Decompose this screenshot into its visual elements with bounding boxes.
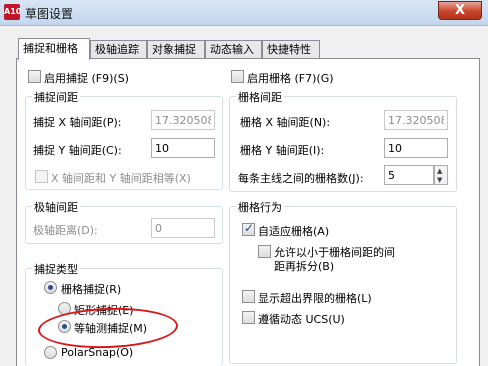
snap-type-title: 捕捉类型 — [32, 261, 80, 277]
window-title: 草图设置 — [25, 7, 74, 21]
tab-dynamic-input[interactable]: 动态输入 — [205, 40, 262, 59]
tab-object-snap[interactable]: 对象捕捉 — [147, 40, 205, 59]
snap-y-label: 捕捉 Y 轴间距(C): — [33, 144, 122, 157]
grid-x-input[interactable] — [384, 110, 448, 130]
spin-up-icon[interactable]: ▲ — [437, 167, 442, 175]
autocad-logo-icon: A10 — [4, 4, 21, 20]
tab-strip: 捕捉和栅格 极轴追踪 对象捕捉 动态输入 快捷特性 — [18, 38, 478, 60]
snap-x-label: 捕捉 X 轴间距(P): — [33, 116, 122, 129]
follow-ucs-label: 遵循动态 UCS(U) — [258, 313, 345, 326]
subdivide-checkbox[interactable] — [258, 245, 271, 258]
enable-grid-label: 启用栅格 (F7)(G) — [247, 72, 334, 85]
polar-distance-input[interactable] — [151, 218, 215, 238]
snap-spacing-title: 捕捉间距 — [32, 89, 80, 105]
enable-snap-label: 启用捕捉 (F9)(S) — [44, 72, 129, 85]
follow-ucs-checkbox[interactable] — [242, 311, 255, 324]
enable-grid-checkbox[interactable] — [231, 70, 244, 83]
beyond-limits-checkbox[interactable] — [242, 290, 255, 303]
snap-x-input[interactable] — [151, 110, 215, 130]
tab-snap-and-grid[interactable]: 捕捉和栅格 — [18, 38, 90, 60]
polar-distance-label: 极轴距离(D): — [33, 224, 98, 237]
close-button[interactable]: X — [438, 1, 482, 20]
grid-spacing-title: 栅格间距 — [236, 89, 284, 105]
major-line-spinner[interactable]: ▲ ▼ — [434, 165, 448, 185]
major-line-label: 每条主线之间的栅格数(J): — [238, 172, 364, 185]
spin-down-icon[interactable]: ▼ — [437, 176, 442, 184]
radio-selected-dot — [48, 285, 53, 290]
title-bar: A10 草图设置 X — [0, 0, 488, 26]
adaptive-grid-checkbox[interactable]: ✓ — [242, 221, 255, 236]
subdivide-label-line2: 距再拆分(B) — [274, 260, 335, 273]
grid-snap-label: 栅格捕捉(R) — [61, 283, 122, 296]
polar-snap-radio[interactable] — [44, 346, 57, 359]
tab-polar-tracking[interactable]: 极轴追踪 — [90, 40, 147, 59]
checkmark-icon: ✓ — [244, 221, 255, 235]
equal-spacing-checkbox[interactable] — [35, 170, 48, 183]
enable-snap-checkbox[interactable] — [28, 70, 41, 83]
beyond-limits-label: 显示超出界限的栅格(L) — [258, 292, 372, 305]
tab-quick-properties[interactable]: 快捷特性 — [262, 40, 320, 59]
grid-x-label: 栅格 X 轴间距(N): — [240, 116, 331, 129]
grid-y-label: 栅格 Y 轴间距(I): — [240, 144, 325, 157]
grid-snap-radio[interactable] — [44, 281, 57, 294]
grid-y-input[interactable] — [384, 138, 448, 158]
adaptive-grid-label: 自适应栅格(A) — [258, 225, 330, 238]
polar-spacing-title: 极轴间距 — [32, 199, 80, 215]
snap-y-input[interactable] — [151, 138, 215, 158]
grid-behavior-title: 栅格行为 — [236, 199, 284, 215]
major-line-input[interactable] — [384, 165, 434, 185]
equal-spacing-label: X 轴间距和 Y 轴间距相等(X) — [51, 172, 191, 185]
